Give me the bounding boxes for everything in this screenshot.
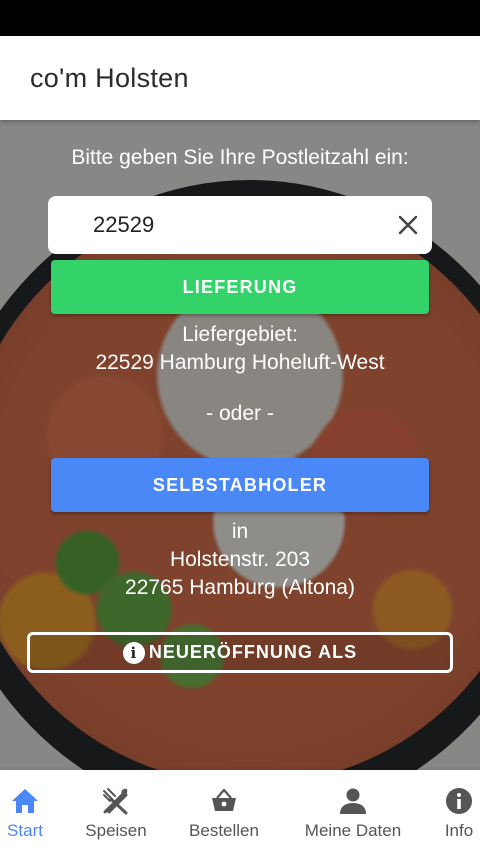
delivery-area: Liefergebiet: 22529 Hamburg Hoheluft-Wes… [0, 321, 480, 377]
zip-input[interactable] [93, 212, 393, 238]
nav-label-speisen: Speisen [85, 821, 147, 840]
nav-item-meine-daten[interactable]: Meine Daten [298, 770, 408, 854]
opening-button[interactable]: i NEUERÖFFNUNG ALS [27, 632, 453, 673]
nav-label-start: Start [7, 821, 43, 840]
app-title: co'm Holsten [30, 62, 189, 93]
pickup-button[interactable]: SELBSTABHOLER [51, 458, 429, 512]
clear-icon[interactable] [396, 213, 420, 237]
home-icon [12, 789, 38, 813]
nav-label-bestellen: Bestellen [189, 821, 259, 840]
pickup-in-label: in [231, 520, 249, 543]
pickup-info: in Holstenstr. 203 22765 Hamburg (Altona… [0, 518, 480, 602]
cutlery-icon [103, 788, 128, 815]
nav-label-meine-daten: Meine Daten [304, 821, 402, 840]
nav-item-info[interactable]: Info [440, 770, 478, 854]
delivery-area-value: 22529 Hamburg Hoheluft-West [95, 351, 385, 374]
nav-item-speisen[interactable]: Speisen [78, 770, 154, 854]
info-icon: i [122, 641, 145, 664]
opening-button-label: NEUERÖFFNUNG ALS [148, 642, 358, 662]
info-icon [446, 788, 472, 814]
pickup-city: 22765 Hamburg (Altona) [125, 576, 355, 599]
nav-label-info: Info [444, 821, 474, 840]
app-bar: co'm Holsten [0, 36, 480, 120]
zip-field[interactable] [48, 196, 432, 254]
or-divider: - oder - [206, 402, 274, 425]
zip-prompt: Bitte geben Sie Ihre Postleitzahl ein: [71, 146, 409, 169]
nav-item-bestellen[interactable]: Bestellen [184, 770, 264, 854]
status-bar [0, 0, 480, 36]
bottom-nav: Start Speisen Bestellen Meine Daten Info [0, 770, 480, 854]
pickup-street: Holstenstr. 203 [169, 548, 311, 571]
nav-item-start[interactable]: Start [2, 770, 48, 854]
person-icon [340, 788, 366, 814]
delivery-area-label: Liefergebiet: [182, 323, 298, 346]
delivery-button[interactable]: LIEFERUNG [51, 260, 429, 314]
basket-icon [212, 788, 236, 811]
